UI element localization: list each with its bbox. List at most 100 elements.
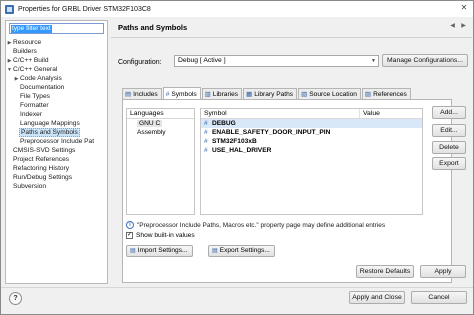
symbol-icon: #: [204, 147, 208, 154]
filter-input-text: type filter text: [11, 25, 52, 33]
export-settings-button[interactable]: ▤ Export Settings...: [208, 245, 275, 257]
symbols-table: Symbol Value # DEBUG # ENABLE_SAFETY_DOOR_…: [200, 108, 423, 215]
chevron-down-icon: ▼: [371, 58, 376, 64]
table-row[interactable]: # USE_HAL_DRIVER: [201, 146, 422, 155]
tree-item-paths-and-symbols[interactable]: Paths and Symbols: [6, 128, 107, 137]
tree-item-label: Formatter: [20, 102, 49, 109]
configuration-select[interactable]: Debug [ Active ] ▼: [174, 55, 379, 67]
tree-item-label: CMSIS-SVD Settings: [13, 147, 76, 154]
hash-icon: #: [165, 90, 170, 98]
show-builtin-label: Show built-in values: [136, 232, 195, 239]
page-title: Paths and Symbols: [118, 23, 188, 32]
symbol-name: DEBUG: [212, 120, 236, 127]
tree-item-label: Preprocessor Include Pat: [20, 138, 95, 145]
tree-item-preprocessor-include-paths[interactable]: Preprocessor Include Pat: [6, 137, 107, 146]
restore-defaults-button[interactable]: Restore Defaults: [356, 265, 414, 278]
tree-item-indexer[interactable]: Indexer: [6, 110, 107, 119]
page-navigation: ◀ ▶: [448, 22, 468, 31]
symbol-icon: #: [204, 138, 208, 145]
tree-item-cpp-general[interactable]: ▼C/C++ General: [6, 65, 107, 74]
divider: [111, 37, 472, 38]
tree-item-label: C/C++ Build: [13, 57, 49, 64]
tree-item-language-mappings[interactable]: Language Mappings: [6, 119, 107, 128]
manage-configurations-button[interactable]: Manage Configurations...: [382, 54, 468, 67]
tree-item-code-analysis[interactable]: ▶ Code Analysis: [6, 74, 107, 83]
cancel-button[interactable]: Cancel: [411, 291, 467, 304]
languages-list: Languages GNU C Assembly: [126, 108, 195, 215]
language-item-gnu-c[interactable]: GNU C: [127, 119, 194, 128]
tree-item-label: File Types: [20, 93, 50, 100]
tree-item-formatter[interactable]: Formatter: [6, 101, 107, 110]
filter-input[interactable]: type filter text: [9, 23, 104, 34]
tree-item-project-references[interactable]: Project References: [6, 155, 107, 164]
column-header-symbol[interactable]: Symbol: [201, 109, 360, 118]
import-settings-label: Import Settings...: [137, 247, 188, 254]
symbols-table-header: Symbol Value: [201, 109, 422, 119]
title-bar[interactable]: Properties for GRBL Driver STM32F103C8 ✕: [1, 1, 473, 17]
properties-dialog: Properties for GRBL Driver STM32F103C8 ✕…: [0, 0, 474, 315]
info-message: i "Preprocessor Include Paths, Macros et…: [126, 221, 385, 229]
tree-item-label: Builders: [13, 48, 37, 55]
tree-item-cmsis-svd-settings[interactable]: CMSIS-SVD Settings: [6, 146, 107, 155]
tree-item-cpp-build[interactable]: ▶ C/C++ Build: [6, 56, 107, 65]
property-page: Paths and Symbols ◀ ▶ Configuration: Deb…: [111, 20, 472, 284]
tree-item-label: Code Analysis: [20, 75, 62, 82]
export-icon: ▤: [212, 248, 218, 254]
tree-item-label: Refactoring History: [13, 165, 70, 172]
tree-item-label: Indexer: [20, 111, 42, 118]
table-row[interactable]: # STM32F103xB: [201, 137, 422, 146]
symbol-name: STM32F103xB: [212, 138, 257, 145]
divider: [1, 287, 473, 288]
tree-item-documentation[interactable]: Documentation: [6, 83, 107, 92]
tree-item-label: Run/Debug Settings: [13, 174, 73, 181]
table-row[interactable]: # ENABLE_SAFETY_DOOR_INPUT_PIN: [201, 128, 422, 137]
edit-symbol-button[interactable]: Edit...: [432, 124, 466, 137]
info-text: "Preprocessor Include Paths, Macros etc.…: [137, 221, 386, 229]
import-settings-button[interactable]: ▤ Import Settings...: [126, 245, 193, 257]
language-label: GNU C: [137, 120, 163, 127]
import-icon: ▤: [130, 248, 136, 254]
property-navigation-pane: type filter text ▶ Resource Builders ▶ C/C…: [5, 20, 108, 284]
close-icon[interactable]: ✕: [459, 3, 469, 13]
symbols-tab-panel: Languages GNU C Assembly Symbol Value # D…: [122, 99, 452, 283]
checkbox-checked-icon[interactable]: ✓: [126, 232, 133, 239]
info-icon: i: [126, 221, 134, 229]
tree-item-label: Documentation: [20, 84, 65, 91]
add-symbol-button[interactable]: Add...: [432, 106, 466, 119]
configuration-select-value: Debug [ Active ]: [178, 57, 226, 64]
table-row[interactable]: # DEBUG: [201, 119, 422, 128]
apply-and-close-button[interactable]: Apply and Close: [349, 291, 405, 304]
export-symbol-button[interactable]: Export: [432, 157, 466, 170]
tree-item-file-types[interactable]: File Types: [6, 92, 107, 101]
tree-item-run-debug-settings[interactable]: Run/Debug Settings: [6, 173, 107, 182]
tree-item-builders[interactable]: Builders: [6, 47, 107, 56]
export-settings-label: Export Settings...: [219, 247, 270, 254]
delete-symbol-button[interactable]: Delete: [432, 141, 466, 154]
tree-item-label: Language Mappings: [20, 120, 80, 127]
tree-item-label: Subversion: [13, 183, 46, 190]
symbol-name: USE_HAL_DRIVER: [212, 147, 272, 154]
window-title: Properties for GRBL Driver STM32F103C8: [18, 5, 151, 13]
tree-item-resource[interactable]: ▶ Resource: [6, 38, 107, 47]
symbol-icon: #: [204, 120, 208, 127]
tree-item-subversion[interactable]: Subversion: [6, 182, 107, 191]
language-item-assembly[interactable]: Assembly: [127, 128, 194, 137]
help-icon[interactable]: ?: [9, 292, 22, 305]
forward-arrow-icon[interactable]: ▶: [459, 22, 468, 31]
symbol-icon: #: [204, 129, 208, 136]
eclipse-app-icon: [5, 4, 14, 14]
tree-item-refactoring-history[interactable]: Refactoring History: [6, 164, 107, 173]
language-label: Assembly: [137, 129, 166, 136]
apply-button[interactable]: Apply: [420, 265, 466, 278]
tree-item-label: C/C++ General: [13, 66, 58, 73]
show-builtin-values-checkbox[interactable]: ✓ Show built-in values: [126, 232, 195, 239]
tree-item-label: Project References: [13, 156, 70, 163]
configuration-label: Configuration:: [118, 59, 162, 66]
tree-item-label: Paths and Symbols: [19, 128, 80, 137]
tab-label: Symbols: [171, 90, 197, 98]
back-arrow-icon[interactable]: ◀: [448, 22, 457, 31]
property-tree: ▶ Resource Builders ▶ C/C++ Build ▼C/C++ G…: [6, 38, 107, 191]
column-header-value[interactable]: Value: [360, 109, 380, 118]
languages-header: Languages: [127, 109, 194, 119]
tree-item-label: Resource: [13, 39, 42, 46]
